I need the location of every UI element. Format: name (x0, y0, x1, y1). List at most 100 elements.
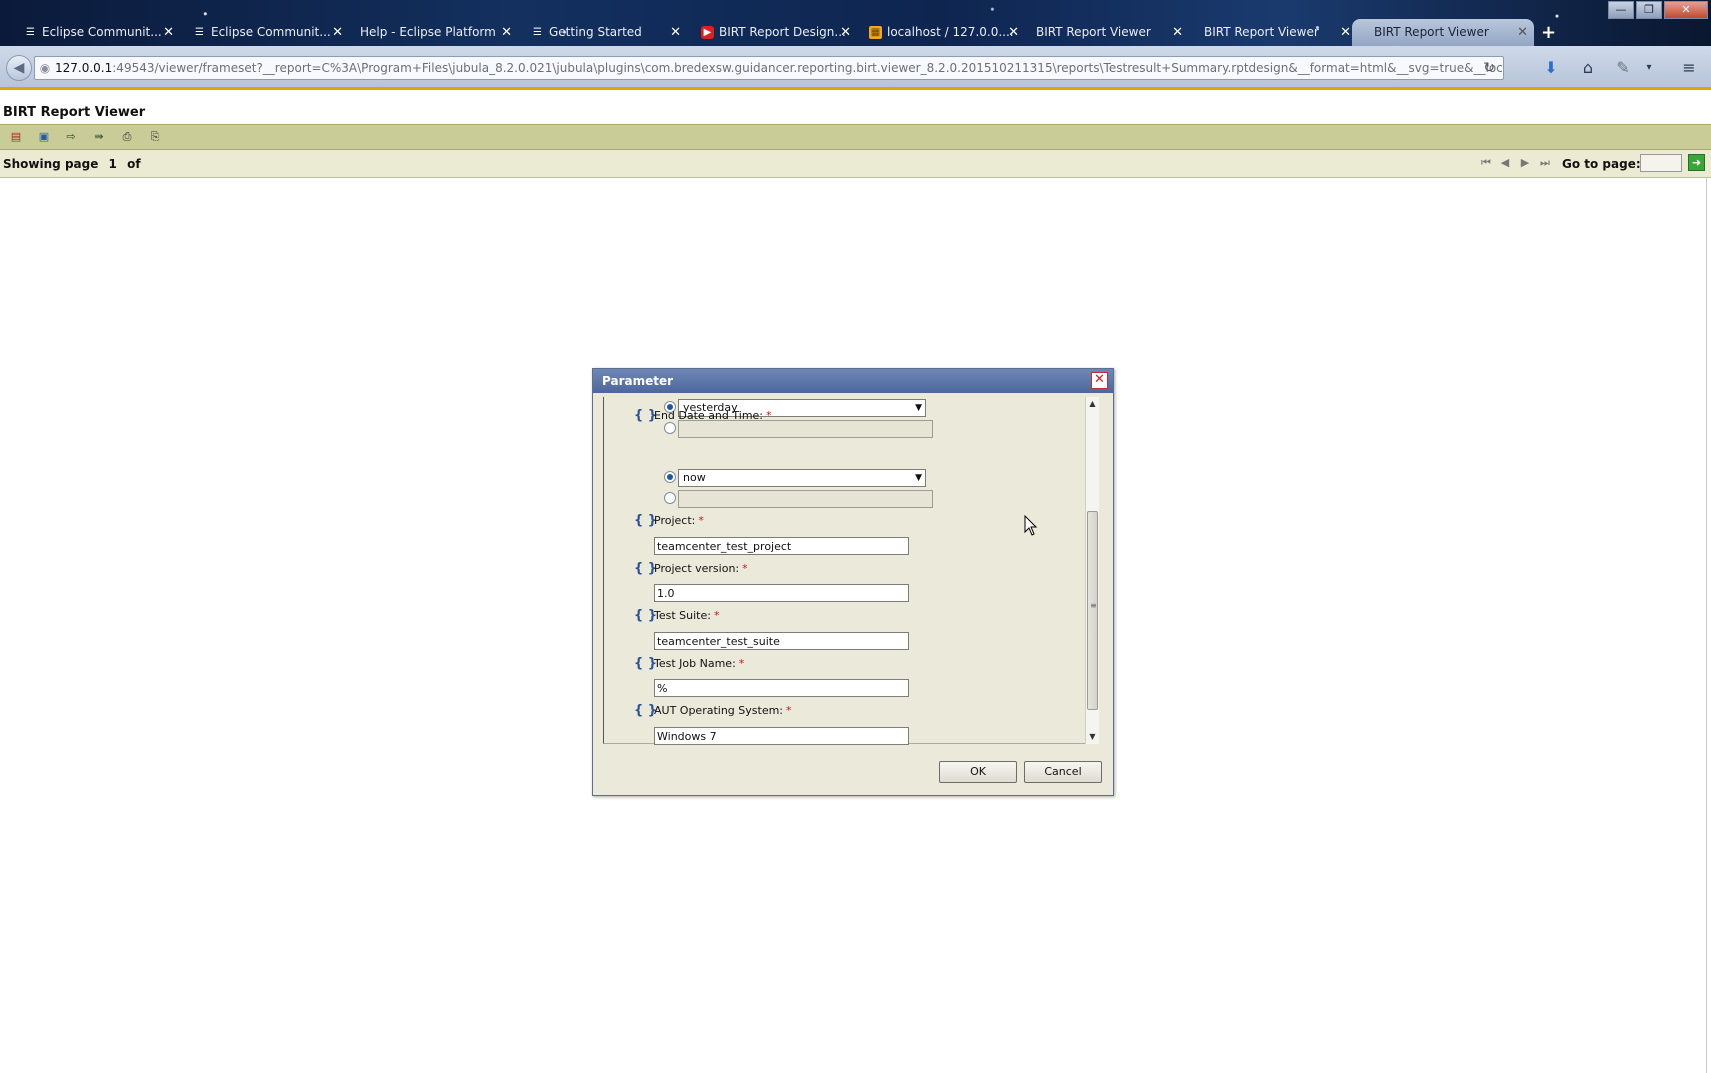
eclipse-icon: ☰ (195, 27, 204, 38)
close-tab-icon[interactable]: ✕ (840, 19, 851, 46)
chevron-down-icon[interactable]: ▾ (1638, 58, 1660, 78)
url-host: 127.0.0.1 (55, 61, 113, 75)
run-report-icon[interactable]: ▣ (36, 129, 52, 145)
toc-icon[interactable]: ▤ (8, 129, 24, 145)
cancel-button[interactable]: Cancel (1024, 761, 1102, 783)
end-date-preset-value: now (683, 471, 706, 484)
page-status: Showing page 1 of (3, 157, 147, 171)
test-suite-input[interactable] (654, 632, 909, 650)
project-version-input[interactable] (654, 584, 909, 602)
downloads-icon[interactable]: ⬇ (1540, 58, 1562, 78)
required-mark: * (742, 562, 748, 575)
tab-label: Help - Eclipse Platform (360, 25, 496, 39)
dialog-scrollbar[interactable]: ▲ ≡ ▼ (1085, 397, 1099, 744)
browser-tab-bar: ☰ Eclipse Communit... ✕ ☰ Eclipse Commun… (0, 0, 1711, 46)
youtube-icon: ▶ (701, 26, 714, 39)
showing-label: Showing page (3, 157, 99, 171)
project-version-label: Project version: * (654, 562, 748, 576)
end-date-custom-input[interactable] (678, 490, 933, 508)
test-job-name-label-text: Test Job Name: (654, 657, 736, 670)
project-label-text: Project: (654, 514, 696, 527)
next-page-icon[interactable]: ▶ (1517, 155, 1533, 171)
url-bar[interactable]: ◉ 127.0.0.1:49543/viewer/frameset?__repor… (34, 56, 1504, 80)
chevron-down-icon: ▼ (915, 403, 922, 413)
tab-label: Getting Started (549, 25, 642, 39)
close-tab-icon[interactable]: ✕ (670, 19, 681, 46)
project-version-label-text: Project version: (654, 562, 740, 575)
browser-tab[interactable]: Help - Eclipse Platform ✕ (338, 19, 518, 46)
close-tab-icon[interactable]: ✕ (163, 19, 174, 46)
first-page-icon[interactable]: ⏮ (1478, 155, 1494, 171)
tab-label: BIRT Report Viewer (1204, 25, 1319, 39)
page-navigation-bar: Showing page 1 of ⏮ ◀ ▶ ⏭ Go to page: ➜ (0, 150, 1711, 178)
print-server-icon[interactable]: ⎘ (147, 129, 163, 145)
new-tab-button[interactable]: + (1541, 19, 1556, 46)
test-suite-label: Test Suite: * (654, 609, 719, 623)
page-of-label: of (127, 157, 141, 171)
scroll-down-icon[interactable]: ▼ (1086, 730, 1099, 744)
browser-tab[interactable]: ☰ Eclipse Communit... ✕ (20, 19, 180, 46)
end-date-preset-select[interactable]: now ▼ (678, 469, 926, 487)
mouse-pointer-icon (1024, 515, 1038, 536)
aut-os-label-text: AUT Operating System: (654, 704, 784, 717)
goto-page-input[interactable] (1640, 154, 1682, 172)
minimize-window-button[interactable]: — (1608, 1, 1634, 19)
eclipse-icon: ☰ (533, 27, 542, 38)
chevron-down-icon: ▼ (915, 473, 922, 483)
test-suite-label-text: Test Suite: (654, 609, 711, 622)
browser-tab[interactable]: ☰ Eclipse Communit... ✕ (189, 19, 349, 46)
current-page-number: 1 (108, 157, 117, 171)
goto-page-button[interactable]: ➜ (1688, 154, 1705, 171)
browser-tab[interactable]: ☰ Getting Started ✕ (527, 19, 687, 46)
required-mark: * (738, 657, 745, 670)
back-button[interactable]: ◀ (6, 55, 32, 81)
grip-icon: ≡ (1090, 601, 1097, 610)
export-report-icon[interactable]: ⇛ (91, 129, 107, 145)
end-date-preset-radio[interactable] (664, 471, 676, 483)
required-mark: * (766, 409, 772, 422)
browser-tab[interactable]: ▦ localhost / 127.0.0.... ✕ (865, 19, 1025, 46)
tab-label: Eclipse Communit... (211, 25, 331, 39)
close-tab-icon[interactable]: ✕ (501, 19, 512, 46)
maximize-window-button[interactable]: ❐ (1636, 1, 1662, 19)
project-input[interactable] (654, 537, 909, 555)
test-job-name-label: Test Job Name: * (654, 657, 744, 671)
close-tab-icon[interactable]: ✕ (1340, 19, 1351, 46)
export-data-icon[interactable]: ⇨ (63, 129, 79, 145)
end-date-custom-radio[interactable] (664, 492, 676, 504)
url-path: :49543/viewer/frameset?__report=C%3A\Pro… (112, 61, 1503, 75)
page-title: BIRT Report Viewer (3, 105, 146, 120)
aut-os-label: AUT Operating System: * (654, 704, 792, 718)
print-icon[interactable]: ⎙ (119, 129, 135, 145)
eclipse-icon: ☰ (26, 27, 35, 38)
home-icon[interactable]: ⌂ (1577, 58, 1599, 78)
phpmyadmin-icon: ▦ (869, 26, 882, 39)
dialog-title: Parameter (593, 369, 1113, 393)
browser-tab[interactable]: BIRT Report Viewer ✕ (1014, 19, 1189, 46)
reload-icon[interactable]: ↻ (1483, 57, 1495, 79)
viewer-toolbar: ▤ ▣ ⇨ ⇛ ⎙ ⎘ (0, 124, 1711, 150)
browser-tab[interactable]: ▶ BIRT Report Design... ✕ (697, 19, 857, 46)
close-window-button[interactable]: ✕ (1664, 1, 1708, 19)
ok-button[interactable]: OK (939, 761, 1017, 783)
browser-tab[interactable]: BIRT Report Viewer ✕ (1182, 19, 1357, 46)
end-date-label: End Date and Time: * (654, 409, 772, 423)
required-mark: * (698, 514, 704, 527)
frame-border (1706, 178, 1707, 1073)
menu-icon[interactable]: ≡ (1678, 58, 1700, 78)
close-tab-icon[interactable]: ✕ (1517, 19, 1528, 46)
project-label: Project: * (654, 514, 704, 528)
previous-page-icon[interactable]: ◀ (1497, 155, 1513, 171)
scroll-up-icon[interactable]: ▲ (1086, 397, 1099, 411)
last-page-icon[interactable]: ⏭ (1537, 155, 1553, 171)
aut-os-input[interactable] (654, 727, 909, 745)
site-info-icon[interactable]: ◉ (35, 57, 55, 79)
start-date-custom-radio[interactable] (664, 422, 676, 434)
browser-tab-active[interactable]: BIRT Report Viewer ✕ (1352, 19, 1534, 46)
dialog-title-text: Parameter (602, 374, 674, 388)
scrollbar-thumb[interactable]: ≡ (1087, 511, 1098, 710)
test-job-name-input[interactable] (654, 679, 909, 697)
addon-icon[interactable]: ✎ (1612, 58, 1634, 78)
end-date-label-text: End Date and Time: (654, 409, 764, 422)
dialog-close-button[interactable]: ✕ (1091, 372, 1108, 389)
